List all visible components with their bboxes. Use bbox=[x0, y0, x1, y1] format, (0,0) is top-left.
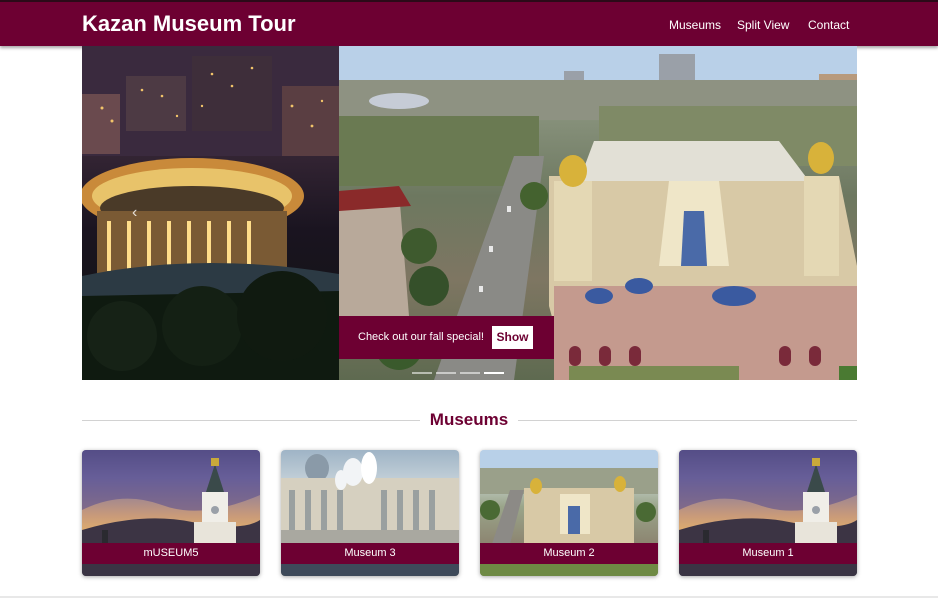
museums-heading: Museums bbox=[429, 410, 509, 429]
museum-card-label: mUSEUM5 bbox=[82, 543, 260, 564]
museum-card-1[interactable]: mUSEUM5 bbox=[82, 450, 260, 576]
museum-card-label: Museum 3 bbox=[281, 543, 459, 564]
card-bottom-strip bbox=[480, 564, 658, 576]
carousel-indicator-3[interactable] bbox=[460, 372, 480, 374]
site-title[interactable]: Kazan Museum Tour bbox=[82, 11, 296, 37]
museum-card-2[interactable]: Museum 3 bbox=[281, 450, 459, 576]
carousel-prev-arrow-icon[interactable]: ‹ bbox=[132, 204, 137, 222]
carousel-indicator-2[interactable] bbox=[436, 372, 456, 374]
caption-text: Check out our fall special! bbox=[358, 331, 484, 343]
carousel-caption: Check out our fall special! Show bbox=[339, 316, 554, 359]
museum-card-label: Museum 1 bbox=[679, 543, 857, 564]
carousel-indicator-4[interactable] bbox=[484, 372, 504, 374]
museum-card-3[interactable]: Museum 2 bbox=[480, 450, 658, 576]
card-bottom-strip bbox=[679, 564, 857, 576]
card-bottom-strip bbox=[281, 564, 459, 576]
museum-card-label: Museum 2 bbox=[480, 543, 658, 564]
card-bottom-strip bbox=[82, 564, 260, 576]
hero-carousel: ‹ Check out our fall special! Show bbox=[82, 46, 857, 380]
nav-split-view-link[interactable]: Split View bbox=[737, 18, 789, 32]
carousel-slide-night-stadium bbox=[82, 46, 339, 380]
top-navbar: Kazan Museum Tour Museums Split View Con… bbox=[0, 0, 938, 46]
nav-contact-link[interactable]: Contact bbox=[808, 18, 849, 32]
show-button[interactable]: Show bbox=[492, 326, 533, 349]
carousel-indicator-1[interactable] bbox=[412, 372, 432, 374]
museum-card-4[interactable]: Museum 1 bbox=[679, 450, 857, 576]
nav-museums-link[interactable]: Museums bbox=[669, 18, 721, 32]
